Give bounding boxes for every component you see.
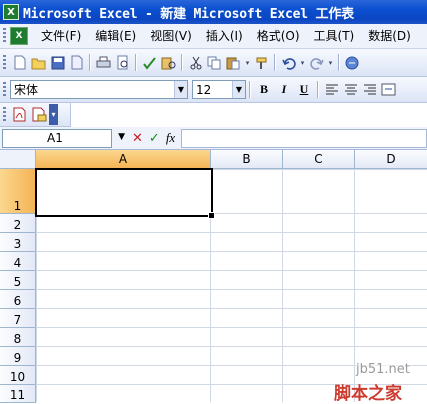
select-all-corner[interactable] xyxy=(0,150,36,169)
convert-pdf-icon[interactable] xyxy=(11,106,28,123)
font-name-select[interactable]: 宋体 ▼ xyxy=(10,80,188,99)
pdf-toolbar: ▾ xyxy=(0,103,71,127)
row-header-7[interactable]: 7 xyxy=(0,309,36,328)
paste-icon[interactable] xyxy=(225,54,242,71)
bold-button[interactable]: B xyxy=(254,81,274,99)
workbook-icon[interactable]: X xyxy=(10,27,28,45)
save-icon[interactable] xyxy=(49,54,66,71)
align-left-icon[interactable] xyxy=(323,81,340,98)
toolbar-grip[interactable] xyxy=(3,81,6,98)
hyperlink-icon[interactable] xyxy=(344,54,361,71)
toolbar-separator xyxy=(181,54,183,71)
chevron-down-icon[interactable]: ▼ xyxy=(232,81,245,98)
align-center-icon[interactable] xyxy=(342,81,359,98)
menu-tools[interactable]: 工具(T) xyxy=(307,26,362,46)
menu-file[interactable]: 文件(F) xyxy=(34,26,88,46)
cut-icon[interactable] xyxy=(187,54,204,71)
toolbar-separator xyxy=(317,81,319,98)
redo-icon[interactable] xyxy=(308,54,325,71)
menu-bar: X 文件(F) 编辑(E) 视图(V) 插入(I) 格式(O) 工具(T) 数据… xyxy=(0,24,427,49)
formula-input[interactable] xyxy=(181,128,427,148)
merge-center-icon[interactable] xyxy=(380,81,397,98)
research-icon[interactable] xyxy=(160,54,177,71)
formatting-toolbar: 宋体 ▼ 12 ▼ B I U xyxy=(0,77,427,103)
menu-format[interactable]: 格式(O) xyxy=(250,26,307,46)
column-header-c[interactable]: C xyxy=(283,150,355,169)
undo-icon[interactable] xyxy=(280,54,297,71)
watermark-site: jb51.net xyxy=(356,362,410,377)
toolbar-options-icon[interactable]: ▾ xyxy=(49,104,58,125)
chevron-down-icon[interactable]: ▼ xyxy=(118,132,125,142)
row-header-9[interactable]: 9 xyxy=(0,347,36,366)
underline-button[interactable]: U xyxy=(294,81,314,99)
row-header-3[interactable]: 3 xyxy=(0,233,36,252)
paste-dropdown-icon[interactable]: ▾ xyxy=(244,54,251,71)
new-icon[interactable] xyxy=(11,54,28,71)
toolbar-grip[interactable] xyxy=(3,54,6,71)
undo-dropdown-icon[interactable]: ▾ xyxy=(299,54,306,71)
copy-icon[interactable] xyxy=(206,54,223,71)
menu-view[interactable]: 视图(V) xyxy=(143,26,199,46)
toolbar-separator xyxy=(249,81,251,98)
row-header-2[interactable]: 2 xyxy=(0,214,36,233)
toolbar-separator xyxy=(338,54,340,71)
font-size-value: 12 xyxy=(196,82,212,97)
enter-icon[interactable]: ✓ xyxy=(149,131,160,146)
column-header-b[interactable]: B xyxy=(211,150,283,169)
toolbar-separator xyxy=(274,54,276,71)
standard-toolbar: ▾ ▾ ▾ xyxy=(0,49,427,77)
row-header-5[interactable]: 5 xyxy=(0,271,36,290)
excel-app-icon[interactable]: X xyxy=(3,4,19,20)
open-icon[interactable] xyxy=(30,54,47,71)
font-name-value: 宋体 xyxy=(14,83,39,97)
column-header-d[interactable]: D xyxy=(355,150,427,169)
active-cell-a1[interactable] xyxy=(35,168,215,219)
print-icon[interactable] xyxy=(95,54,112,71)
insert-function-icon[interactable]: fx xyxy=(166,130,175,146)
window-title: Microsoft Excel - 新建 Microsoft Excel 工作表 xyxy=(23,6,354,22)
menu-grip[interactable] xyxy=(3,28,6,44)
cancel-icon[interactable]: ✕ xyxy=(132,131,143,146)
print-preview-icon[interactable] xyxy=(114,54,131,71)
row-header-10[interactable]: 10 xyxy=(0,366,36,385)
row-header-11[interactable]: 11 xyxy=(0,385,36,403)
toolbar-grip[interactable] xyxy=(3,106,6,123)
menu-data[interactable]: 数据(D) xyxy=(361,26,418,46)
title-bar: X Microsoft Excel - 新建 Microsoft Excel 工… xyxy=(0,0,427,24)
redo-dropdown-icon[interactable]: ▾ xyxy=(327,54,334,71)
menu-insert[interactable]: 插入(I) xyxy=(199,26,250,46)
row-header-6[interactable]: 6 xyxy=(0,290,36,309)
permission-icon[interactable] xyxy=(68,54,85,71)
toolbar-separator xyxy=(89,54,91,71)
font-size-select[interactable]: 12 ▼ xyxy=(192,80,246,99)
align-right-icon[interactable] xyxy=(361,81,378,98)
name-box-value: A1 xyxy=(47,130,63,145)
row-header-1[interactable]: 1 xyxy=(0,169,36,214)
toolbar-separator xyxy=(135,54,137,71)
row-header-4[interactable]: 4 xyxy=(0,252,36,271)
format-painter-icon[interactable] xyxy=(253,54,270,71)
column-header-a[interactable]: A xyxy=(36,150,211,169)
italic-button[interactable]: I xyxy=(274,81,294,99)
row-header-8[interactable]: 8 xyxy=(0,328,36,347)
spelling-icon[interactable] xyxy=(141,54,158,71)
menu-edit[interactable]: 编辑(E) xyxy=(88,26,143,46)
chevron-down-icon[interactable]: ▼ xyxy=(174,81,187,98)
formula-bar: A1 ▼ ✕ ✓ fx xyxy=(0,127,427,150)
fill-handle[interactable] xyxy=(208,212,215,219)
watermark-brand: 脚本之家 xyxy=(334,384,402,404)
name-box[interactable]: A1 ▼ xyxy=(2,128,125,148)
convert-pdf-email-icon[interactable] xyxy=(30,106,47,123)
